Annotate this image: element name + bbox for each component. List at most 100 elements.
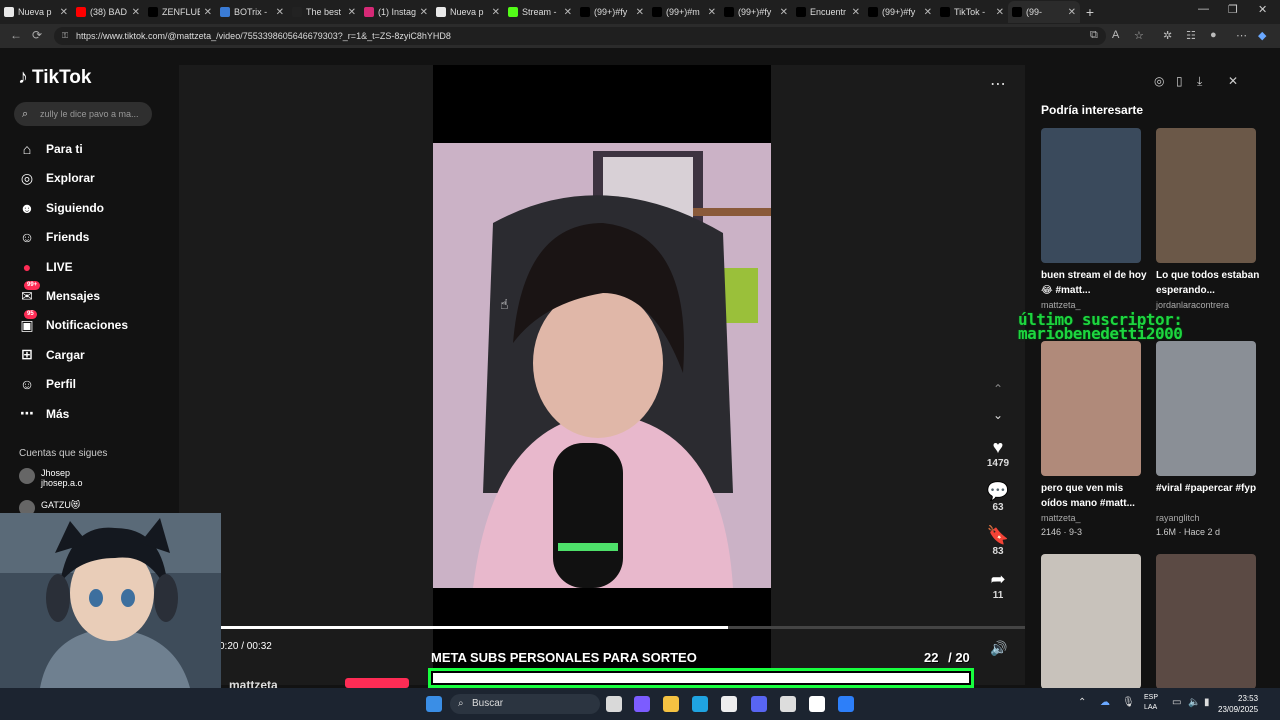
copilot-icon[interactable]: ◆ bbox=[1258, 29, 1266, 42]
reload-icon[interactable]: ⟳ bbox=[32, 28, 42, 42]
tab-close-icon[interactable]: ✕ bbox=[492, 7, 500, 18]
file-explorer-icon[interactable] bbox=[663, 696, 679, 712]
browser-tab[interactable]: (38) BAD ✕ bbox=[72, 1, 144, 23]
more-options-icon[interactable]: ⋯ bbox=[990, 74, 1006, 94]
comment-button[interactable]: 💬 63 bbox=[982, 481, 1014, 513]
recommended-author[interactable]: mattzeta_ bbox=[1041, 513, 1081, 523]
back-icon[interactable]: ← bbox=[10, 28, 22, 42]
recommended-author[interactable]: jordanlaracontrera bbox=[1156, 300, 1229, 310]
sidebar-item-m-s[interactable]: ⋯ Más bbox=[18, 403, 69, 425]
tab-close-icon[interactable]: ✕ bbox=[924, 7, 932, 18]
tab-close-icon[interactable]: ✕ bbox=[276, 7, 284, 18]
browser-tab[interactable]: ZENFLUE ✕ bbox=[144, 1, 216, 23]
site-info-icon[interactable]: ⚿ bbox=[62, 27, 68, 45]
windows-start-icon[interactable] bbox=[426, 696, 442, 712]
browser-tab[interactable]: (99+)#m ✕ bbox=[648, 1, 720, 23]
task-view-icon[interactable] bbox=[606, 696, 622, 712]
sidebar-item-cargar[interactable]: ⊞ Cargar bbox=[18, 344, 85, 366]
tab-close-icon[interactable]: ✕ bbox=[60, 7, 68, 18]
cloud-icon[interactable]: ☁ bbox=[1100, 697, 1110, 708]
recommended-author[interactable]: mattzeta_ bbox=[1041, 300, 1081, 310]
tab-close-icon[interactable]: ✕ bbox=[780, 7, 788, 18]
browser-tab[interactable]: (99+)#fy ✕ bbox=[576, 1, 648, 23]
download-icon[interactable]: ⤓ bbox=[1197, 74, 1202, 89]
save-button[interactable]: 🔖 83 bbox=[982, 525, 1014, 557]
collections-icon[interactable]: ☷ bbox=[1186, 29, 1196, 42]
new-tab-icon[interactable]: + bbox=[1080, 4, 1100, 20]
recommended-caption[interactable]: pero que ven mis oídos mano #matt... bbox=[1041, 481, 1151, 511]
url-field[interactable]: ⚿ https://www.tiktok.com/@mattzeta_/vide… bbox=[54, 27, 1106, 45]
sidebar-item-explorar[interactable]: ◎ Explorar bbox=[18, 167, 95, 189]
volume-icon[interactable]: 🔊 bbox=[990, 640, 1007, 657]
recommended-author[interactable]: rayanglitch bbox=[1156, 513, 1200, 523]
minimize-icon[interactable]: — bbox=[1198, 3, 1209, 15]
scroll-down-button[interactable]: ⌄ bbox=[982, 408, 1014, 422]
tab-close-icon[interactable]: ✕ bbox=[852, 7, 860, 18]
obs-icon[interactable] bbox=[809, 696, 825, 712]
taskbar-search[interactable]: ⌕ Buscar bbox=[450, 694, 600, 714]
close-window-icon[interactable]: ✕ bbox=[1258, 3, 1267, 16]
tiktok-logo[interactable]: ♪ TikTok bbox=[18, 66, 91, 89]
close-icon[interactable]: ✕ bbox=[1228, 74, 1238, 88]
sidebar-item-siguiendo[interactable]: ☻ Siguiendo bbox=[18, 197, 104, 219]
browser-tab[interactable]: (99+)#fy ✕ bbox=[720, 1, 792, 23]
recommended-video-thumbnail[interactable] bbox=[1041, 341, 1141, 476]
recommended-video-thumbnail[interactable] bbox=[1156, 128, 1256, 263]
network-icon[interactable]: ▭ bbox=[1172, 697, 1181, 708]
browser-tab[interactable]: The best ✕ bbox=[288, 1, 360, 23]
browser-tab[interactable]: (1) Instag ✕ bbox=[360, 1, 432, 23]
sidebar-item-mensajes[interactable]: ✉ 99+ Mensajes bbox=[18, 281, 100, 307]
search-input[interactable]: ⌕ zully le dice pavo a ma... bbox=[14, 102, 152, 126]
browser-menu-icon[interactable]: ⋯ bbox=[1236, 29, 1247, 42]
input-language[interactable]: ESP LAA bbox=[1144, 693, 1158, 713]
battery-icon[interactable]: ▮ bbox=[1204, 697, 1210, 708]
tab-close-icon[interactable]: ✕ bbox=[1068, 7, 1076, 18]
edge-icon[interactable] bbox=[692, 696, 708, 712]
scroll-up-button[interactable]: ⌃ bbox=[982, 382, 1014, 396]
sidebar-item-perfil[interactable]: ☺ Perfil bbox=[18, 373, 76, 395]
video-player[interactable] bbox=[433, 143, 771, 588]
taskbar-clock[interactable]: 23:53 23/09/2025 bbox=[1218, 693, 1258, 715]
browser-tab[interactable]: (99+)#fy ✕ bbox=[864, 1, 936, 23]
phone-icon[interactable]: ▯ bbox=[1176, 74, 1183, 88]
follow-button[interactable] bbox=[345, 678, 409, 688]
sidebar-item-live[interactable]: ● LIVE bbox=[18, 256, 73, 278]
install-icon[interactable]: ⧉ bbox=[1090, 29, 1098, 42]
sidebar-item-notificaciones[interactable]: ▣ 95 Notificaciones bbox=[18, 310, 128, 336]
copilot-app-icon[interactable] bbox=[634, 696, 650, 712]
tab-close-icon[interactable]: ✕ bbox=[348, 7, 356, 18]
sidebar-item-para-ti[interactable]: ⌂ Para ti bbox=[18, 138, 83, 160]
store-icon[interactable] bbox=[721, 696, 737, 712]
like-button[interactable]: ♥ 1479 bbox=[982, 437, 1014, 469]
profile-avatar-icon[interactable]: ● bbox=[1210, 29, 1217, 41]
browser-tab[interactable]: TikTok - ✕ bbox=[936, 1, 1008, 23]
recommended-caption[interactable]: Lo que todos estaban esperando... bbox=[1156, 268, 1266, 298]
sidebar-item-friends[interactable]: ☺ Friends bbox=[18, 226, 90, 248]
compass-icon[interactable]: ◎ bbox=[1154, 74, 1164, 88]
share-button[interactable]: ➦ 11 bbox=[982, 569, 1014, 601]
video-progress-bar[interactable] bbox=[221, 626, 1025, 629]
browser-tab[interactable]: (99- ✕ bbox=[1008, 1, 1080, 23]
recommended-video-thumbnail[interactable] bbox=[1156, 554, 1256, 689]
browser-tab[interactable]: BOTrix - ✕ bbox=[216, 1, 288, 23]
favorite-star-icon[interactable]: ☆ bbox=[1134, 29, 1144, 42]
browser-tab[interactable]: Stream - ✕ bbox=[504, 1, 576, 23]
speaker-icon[interactable]: 🔈 bbox=[1188, 697, 1200, 708]
recommended-video-thumbnail[interactable] bbox=[1041, 128, 1141, 263]
tab-close-icon[interactable]: ✕ bbox=[132, 7, 140, 18]
tab-close-icon[interactable]: ✕ bbox=[420, 7, 428, 18]
microphone-icon[interactable]: 🎙 bbox=[1122, 697, 1135, 708]
extensions-icon[interactable]: ✲ bbox=[1163, 29, 1172, 42]
app-icon[interactable] bbox=[838, 696, 854, 712]
discord-icon[interactable] bbox=[751, 696, 767, 712]
browser-tab[interactable]: Encuentr ✕ bbox=[792, 1, 864, 23]
chatgpt-icon[interactable] bbox=[780, 696, 796, 712]
tab-close-icon[interactable]: ✕ bbox=[564, 7, 572, 18]
read-aloud-icon[interactable]: A bbox=[1112, 29, 1119, 41]
tab-close-icon[interactable]: ✕ bbox=[708, 7, 716, 18]
browser-tab[interactable]: Nueva p ✕ bbox=[432, 1, 504, 23]
following-account[interactable]: Jhosep jhosep.a.o bbox=[19, 468, 83, 488]
chevron-up-icon[interactable]: ⌃ bbox=[1078, 697, 1086, 708]
tab-close-icon[interactable]: ✕ bbox=[636, 7, 644, 18]
tab-close-icon[interactable]: ✕ bbox=[996, 7, 1004, 18]
